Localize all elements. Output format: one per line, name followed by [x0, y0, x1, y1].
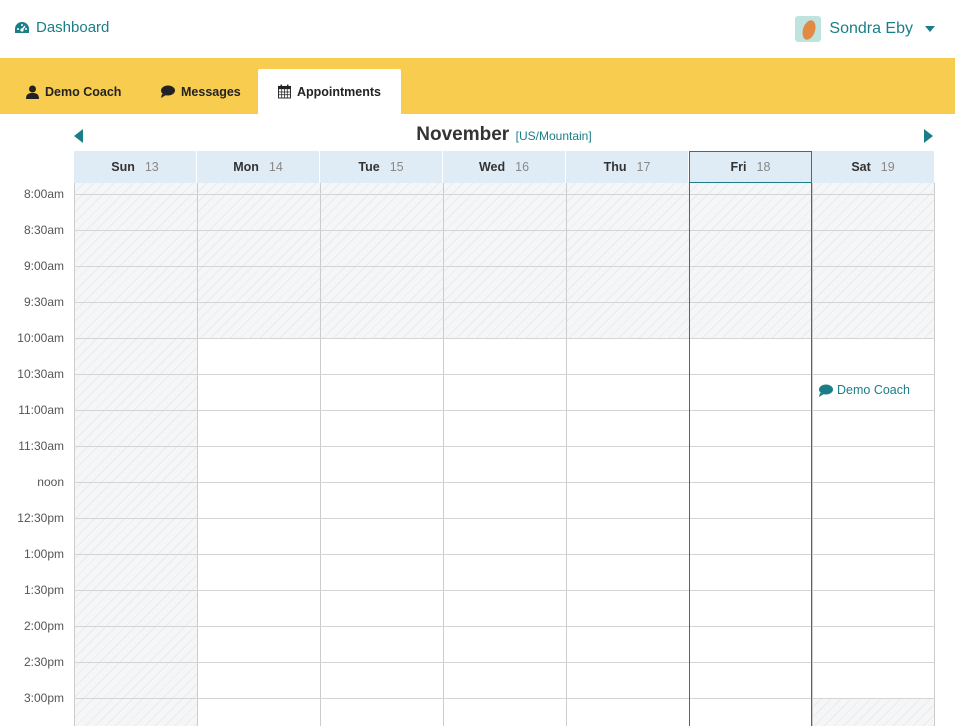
- dashboard-icon: [15, 21, 29, 33]
- day-name: Thu: [603, 160, 627, 174]
- timezone-label[interactable]: [US/Mountain]: [516, 129, 592, 143]
- time-label: 10:00am: [17, 331, 64, 345]
- user-icon: [26, 85, 39, 99]
- unavailable-block: [321, 183, 443, 338]
- day-column-mon[interactable]: [197, 183, 320, 726]
- dashboard-label[interactable]: Dashboard: [36, 19, 109, 36]
- time-label: 11:30am: [18, 439, 64, 453]
- chat-bubble-icon: [819, 384, 833, 397]
- calendar-icon: [278, 84, 291, 99]
- day-header-tue: Tue 15: [320, 151, 443, 183]
- day-header-sun: Sun 13: [74, 151, 197, 183]
- today-column-highlight: [689, 183, 812, 726]
- day-date: 17: [636, 160, 651, 174]
- day-header-sat: Sat 19: [812, 151, 935, 183]
- time-label: 8:00am: [23, 187, 64, 201]
- event-label[interactable]: Demo Coach: [837, 383, 910, 397]
- tab-label: Appointments: [296, 84, 381, 99]
- tab-messages[interactable]: Messages: [140, 69, 261, 114]
- time-label: 9:00am: [23, 259, 64, 273]
- day-column-thu[interactable]: [566, 183, 689, 726]
- day-name: Tue: [358, 160, 380, 174]
- day-date: 14: [268, 160, 283, 174]
- day-column-sat[interactable]: [812, 183, 935, 726]
- day-date: 15: [389, 160, 404, 174]
- chevron-down-icon[interactable]: [925, 26, 935, 32]
- day-column-tue[interactable]: [320, 183, 443, 726]
- time-label: 12:30pm: [17, 511, 64, 525]
- day-name: Sun: [111, 160, 135, 174]
- time-label: 3:00pm: [23, 691, 64, 705]
- tab-label: Messages: [181, 84, 241, 99]
- day-date: 13: [144, 160, 159, 174]
- tab-label: Demo Coach: [45, 84, 122, 99]
- user-name[interactable]: Sondra Eby: [829, 20, 913, 38]
- chat-bubble-icon: [161, 85, 175, 98]
- day-name: Mon: [233, 160, 259, 174]
- day-date: 16: [515, 160, 530, 174]
- unavailable-block: [567, 183, 689, 338]
- day-header-thu: Thu 17: [566, 151, 689, 183]
- day-column-wed[interactable]: [443, 183, 566, 726]
- appointment-event[interactable]: Demo Coach: [818, 383, 910, 397]
- tab-appointments[interactable]: Appointments: [258, 69, 401, 114]
- avatar: [795, 16, 822, 42]
- calendar-title: November [US/Mountain]: [0, 124, 955, 146]
- month-label: November: [416, 124, 510, 145]
- day-header-wed: Wed 16: [443, 151, 566, 183]
- unavailable-block: [813, 183, 934, 338]
- time-label: noon: [37, 475, 64, 489]
- time-label: 1:30pm: [23, 583, 64, 597]
- unavailable-block: [198, 183, 320, 338]
- dashboard-link[interactable]: Dashboard: [14, 19, 109, 36]
- unavailable-block: [75, 183, 197, 726]
- time-label: 2:00pm: [23, 619, 64, 633]
- day-name: Fri: [730, 160, 747, 174]
- day-header-mon: Mon 14: [197, 151, 320, 183]
- day-name: Sat: [851, 160, 871, 174]
- time-label: 2:30pm: [23, 655, 64, 669]
- time-label: 11:00am: [18, 403, 64, 417]
- day-name: Wed: [478, 160, 506, 174]
- day-header-fri: Fri 18: [689, 151, 812, 183]
- unavailable-block: [444, 183, 566, 338]
- time-label: 9:30am: [23, 295, 64, 309]
- next-week-arrow-icon[interactable]: [924, 129, 933, 143]
- top-bar: Dashboard Sondra Eby: [0, 0, 955, 58]
- time-label: 10:30am: [17, 367, 64, 381]
- tab-bar: Demo Coach Messages Appointments: [0, 58, 955, 114]
- day-date: 19: [880, 160, 895, 174]
- day-column-sun[interactable]: [74, 183, 197, 726]
- user-menu[interactable]: Sondra Eby: [795, 16, 935, 42]
- time-label: 8:30am: [23, 223, 64, 237]
- tab-demo-coach[interactable]: Demo Coach: [6, 69, 141, 114]
- day-date: 18: [756, 160, 771, 174]
- unavailable-block: [813, 698, 934, 726]
- time-label: 1:00pm: [23, 547, 64, 561]
